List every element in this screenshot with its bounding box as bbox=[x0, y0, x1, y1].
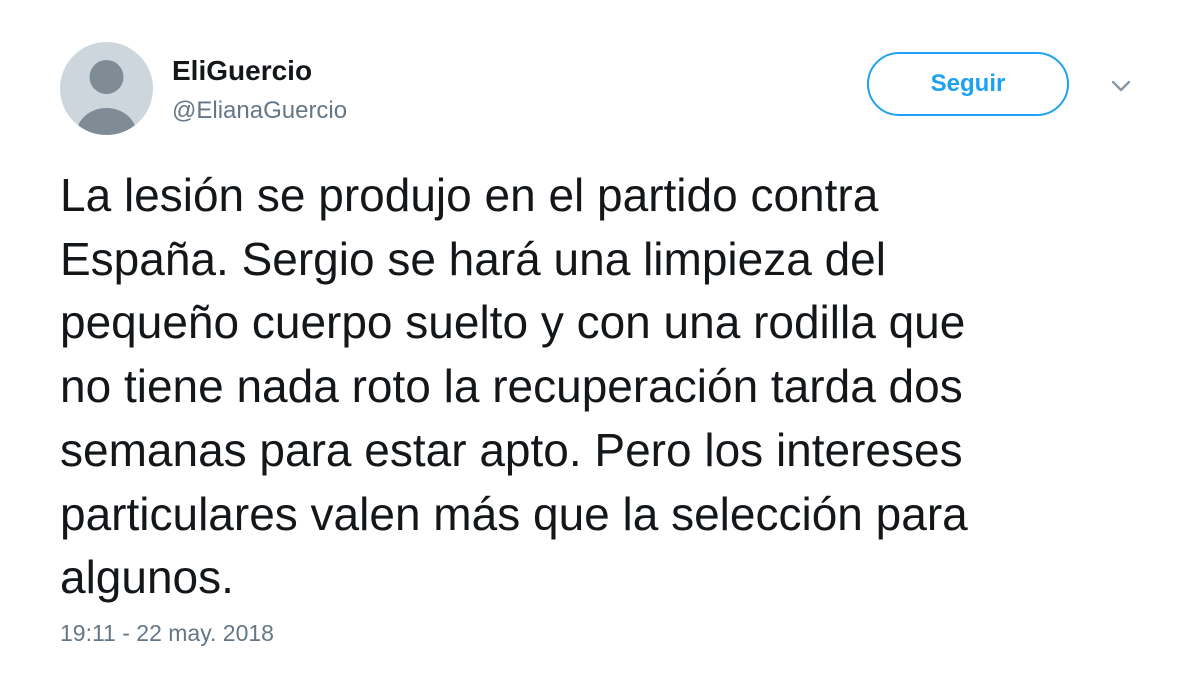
tweet-text-line: pequeño cuerpo suelto y con una rodilla … bbox=[60, 296, 966, 349]
tweet-text-line: algunos. bbox=[60, 551, 234, 604]
tweet-text-line: semanas para estar apto. Pero los intere… bbox=[60, 423, 963, 476]
tweet-card: EliGuercio @ElianaGuercio Seguir La lesi… bbox=[0, 0, 1200, 673]
chevron-down-icon[interactable] bbox=[1106, 74, 1136, 98]
user-handle[interactable]: @ElianaGuercio bbox=[172, 96, 347, 126]
tweet-text-line: La lesión se produjo en el partido contr… bbox=[60, 169, 879, 221]
display-name[interactable]: EliGuercio bbox=[172, 54, 312, 88]
tweet-text-line: no tiene nada roto la recuperación tarda… bbox=[60, 360, 963, 413]
default-profile-icon bbox=[76, 60, 137, 135]
tweet-text: La lesión se produjo en el partido contr… bbox=[60, 164, 1170, 610]
tweet-text-line: particulares valen más que la selección … bbox=[60, 487, 968, 540]
tweet-text-line: España. Sergio se hará una limpieza del bbox=[60, 232, 886, 285]
tweet-timestamp[interactable]: 19:11 - 22 may. 2018 bbox=[60, 618, 274, 648]
follow-button[interactable]: Seguir bbox=[867, 52, 1069, 116]
avatar[interactable] bbox=[60, 42, 153, 135]
